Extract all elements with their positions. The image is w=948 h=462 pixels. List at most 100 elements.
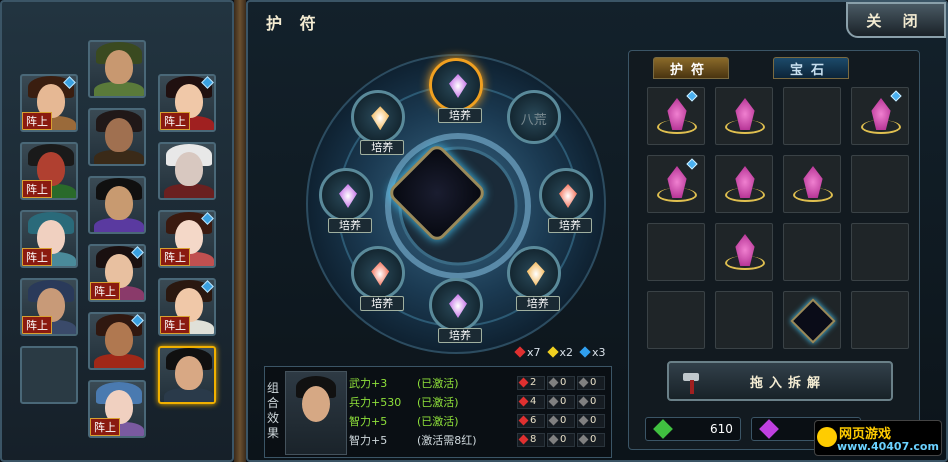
bag-slot[interactable] xyxy=(783,223,841,281)
combo-label: 组合效果 xyxy=(267,381,280,440)
gem-icon xyxy=(578,396,589,407)
cultivate-button[interactable]: 培养 xyxy=(360,140,405,156)
gem-icon xyxy=(449,294,467,318)
hero-portrait-3[interactable]: 阵上 xyxy=(20,142,78,200)
gem-count-0: x7 xyxy=(514,346,541,359)
gem-icon xyxy=(518,434,529,445)
hammer-icon xyxy=(683,373,699,394)
deployed-label: 阵上 xyxy=(90,418,120,436)
cultivate-button[interactable]: 培养 xyxy=(328,218,372,233)
deployed-label: 阵上 xyxy=(160,112,190,130)
amulet-socket-1[interactable]: 八荒 xyxy=(506,90,561,145)
amulet-panel: 护 符 关 闭 培养 八荒 培养 培养 培养 培养 培养 培养 x7 x2 x3 组合效果 武力+… xyxy=(246,0,948,462)
required-gem-count: 0 xyxy=(577,413,605,428)
green-currency: 610 xyxy=(645,417,741,441)
panel-divider xyxy=(234,0,246,462)
smiley-icon xyxy=(817,427,837,447)
hero-portrait-13[interactable] xyxy=(88,312,146,370)
amulet-socket-2[interactable]: 培养 xyxy=(539,168,593,233)
cultivate-button[interactable]: 培养 xyxy=(360,295,405,311)
disassemble-label: 拖入拆解 xyxy=(749,375,826,391)
hero-portrait-7[interactable] xyxy=(88,176,146,234)
amulet-socket-6[interactable]: 培养 xyxy=(319,168,373,233)
bag-slot[interactable] xyxy=(851,155,909,213)
hero-portrait-5[interactable] xyxy=(158,142,216,200)
bag-slot[interactable] xyxy=(783,155,841,213)
amulet-icon xyxy=(725,164,765,206)
gem-count-2: x3 xyxy=(579,346,606,359)
gem-icon xyxy=(548,415,559,426)
gem-count-value: x7 xyxy=(527,346,541,359)
combo-stat-row: 智力+5 (已激活) 6 0 0 xyxy=(349,412,605,429)
bag-slot[interactable] xyxy=(851,291,909,349)
gem-icon xyxy=(548,434,559,445)
combo-stat-row: 武力+3 (已激活) 2 0 0 xyxy=(349,374,605,391)
bag-slot[interactable] xyxy=(647,223,705,281)
amulet-icon xyxy=(793,164,833,206)
gem-count-value: 0 xyxy=(590,415,597,426)
required-gem-count: 0 xyxy=(577,375,605,390)
hero-portrait-2[interactable]: 阵上 xyxy=(158,74,216,132)
hero-portrait-15[interactable]: 阵上 xyxy=(88,380,146,438)
bag-slot[interactable] xyxy=(783,87,841,145)
hero-portrait-14[interactable] xyxy=(158,346,216,404)
gem-inventory-counts: x7 x2 x3 xyxy=(514,346,606,359)
cultivate-button[interactable]: 培养 xyxy=(438,108,482,123)
cultivate-button[interactable]: 培养 xyxy=(438,328,482,343)
amulet-socket-4[interactable]: 培养 xyxy=(429,278,483,343)
hero-portrait-11[interactable]: 阵上 xyxy=(158,278,216,336)
bag-slot[interactable] xyxy=(715,291,773,349)
disassemble-button[interactable]: 拖入拆解 xyxy=(667,361,893,401)
required-gem-count: 0 xyxy=(547,413,575,428)
required-gem-count: 0 xyxy=(577,432,605,447)
gem-count-value: 8 xyxy=(530,434,537,445)
bag-slot[interactable] xyxy=(715,223,773,281)
required-gem-count: 0 xyxy=(547,432,575,447)
gem-icon xyxy=(371,106,390,131)
hero-portrait-12[interactable] xyxy=(20,346,78,404)
watermark-url: www.40407.com xyxy=(837,440,939,453)
stat-name: 智力+5 xyxy=(349,433,388,447)
hero-portrait-9[interactable]: 阵上 xyxy=(20,278,78,336)
hero-portrait-8[interactable]: 阵上 xyxy=(158,210,216,268)
amulet-icon xyxy=(657,158,698,206)
amulet-socket-0[interactable]: 培养 xyxy=(429,58,483,123)
gem-icon xyxy=(578,434,589,445)
deployed-label: 阵上 xyxy=(22,316,52,334)
medal-icon xyxy=(790,298,836,344)
gem-icon xyxy=(371,261,390,286)
amulet-socket-5[interactable]: 培养 xyxy=(351,245,406,311)
close-button[interactable]: 关 闭 xyxy=(846,2,946,38)
bag-slot[interactable] xyxy=(647,87,705,145)
amulet-socket-3[interactable]: 培养 xyxy=(506,245,561,311)
hero-portrait-10[interactable]: 阵上 xyxy=(88,244,146,302)
gem-icon xyxy=(546,346,559,358)
combo-stat-row: 兵力+530 (已激活) 4 0 0 xyxy=(349,393,605,410)
stat-state: (已激活) xyxy=(417,414,459,428)
cultivate-button[interactable]: 培养 xyxy=(515,295,560,311)
gem-icon xyxy=(339,184,357,208)
bag-slot[interactable] xyxy=(647,155,705,213)
bag-slot[interactable] xyxy=(715,87,773,145)
gem-count-value: 2 xyxy=(530,377,537,388)
required-gem-count: 6 xyxy=(517,413,545,428)
hero-portrait-4[interactable] xyxy=(88,108,146,166)
tab-gem[interactable]: 宝石 xyxy=(773,57,849,79)
amulet-bag: 护符 宝石 拖入拆解 610 15 xyxy=(628,50,920,450)
required-gem-count: 4 xyxy=(517,394,545,409)
bag-slot[interactable] xyxy=(647,291,705,349)
bag-slot[interactable] xyxy=(715,155,773,213)
gem-count-value: 4 xyxy=(530,396,537,407)
deployed-label: 阵上 xyxy=(90,282,120,300)
gem-count-value: x2 xyxy=(559,346,574,359)
hero-portrait-1[interactable] xyxy=(88,40,146,98)
stat-state: (已激活) xyxy=(417,395,459,409)
bag-slot[interactable] xyxy=(851,223,909,281)
bag-slot[interactable] xyxy=(783,291,841,349)
hero-portrait-6[interactable]: 阵上 xyxy=(20,210,78,268)
hero-portrait-0[interactable]: 阵上 xyxy=(20,74,78,132)
required-gem-count: 0 xyxy=(547,375,575,390)
tab-amulet[interactable]: 护符 xyxy=(653,57,729,79)
cultivate-button[interactable]: 培养 xyxy=(548,218,592,233)
bag-slot[interactable] xyxy=(851,87,909,145)
